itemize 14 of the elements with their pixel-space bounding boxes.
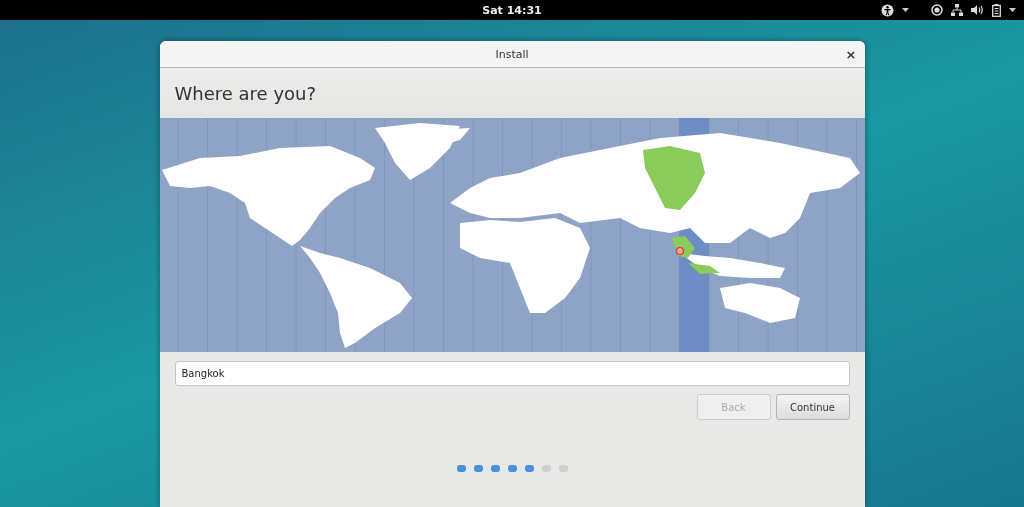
volume-icon[interactable]	[971, 4, 984, 16]
network-icon[interactable]	[951, 4, 963, 16]
battery-icon[interactable]	[992, 3, 1001, 17]
close-button[interactable]: ×	[841, 46, 861, 62]
caret-icon[interactable]	[902, 8, 909, 12]
accessibility-icon[interactable]	[881, 3, 894, 17]
window-title: Install	[494, 47, 530, 61]
caret-icon[interactable]	[1009, 8, 1016, 12]
location-icon[interactable]	[931, 4, 943, 16]
clock[interactable]: Sat 14:31	[482, 3, 542, 17]
continue-button[interactable]: Continue	[775, 394, 850, 420]
location-field[interactable]: Bangkok	[174, 361, 850, 386]
page-heading: Where are you?	[174, 82, 317, 104]
world-map-drawing[interactable]	[159, 118, 865, 352]
